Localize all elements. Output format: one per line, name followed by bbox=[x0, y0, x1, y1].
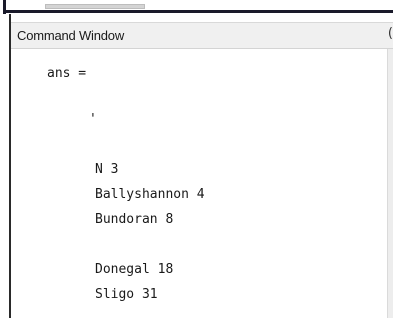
command-window-header[interactable]: Command Window ( bbox=[11, 23, 393, 49]
output-line-bundoran: Bundoran 8 bbox=[95, 212, 174, 227]
horizontal-scroll-thumb[interactable] bbox=[45, 4, 145, 9]
output-line-n: N 3 bbox=[95, 162, 119, 177]
vertical-scrollbar[interactable] bbox=[387, 49, 393, 318]
matlab-desktop: Command Window ( ans = ' N 3 Ballyshanno… bbox=[0, 0, 393, 318]
previous-panel-edge bbox=[0, 0, 393, 14]
command-window: Command Window ( ans = ' N 3 Ballyshanno… bbox=[11, 22, 393, 318]
panel-options-icon[interactable]: ( bbox=[388, 26, 393, 41]
output-line-quote: ' bbox=[89, 112, 97, 127]
output-line-sligo: Sligo 31 bbox=[95, 287, 158, 302]
command-window-title: Command Window bbox=[17, 28, 125, 43]
panel-divider-bottom bbox=[3, 10, 393, 13]
output-line-ballyshannon: Ballyshannon 4 bbox=[95, 187, 205, 202]
output-line-ans: ans = bbox=[47, 66, 87, 81]
command-output[interactable]: ans = ' N 3 Ballyshannon 4 Bundoran 8 Do… bbox=[11, 50, 387, 318]
output-line-donegal: Donegal 18 bbox=[95, 262, 174, 277]
